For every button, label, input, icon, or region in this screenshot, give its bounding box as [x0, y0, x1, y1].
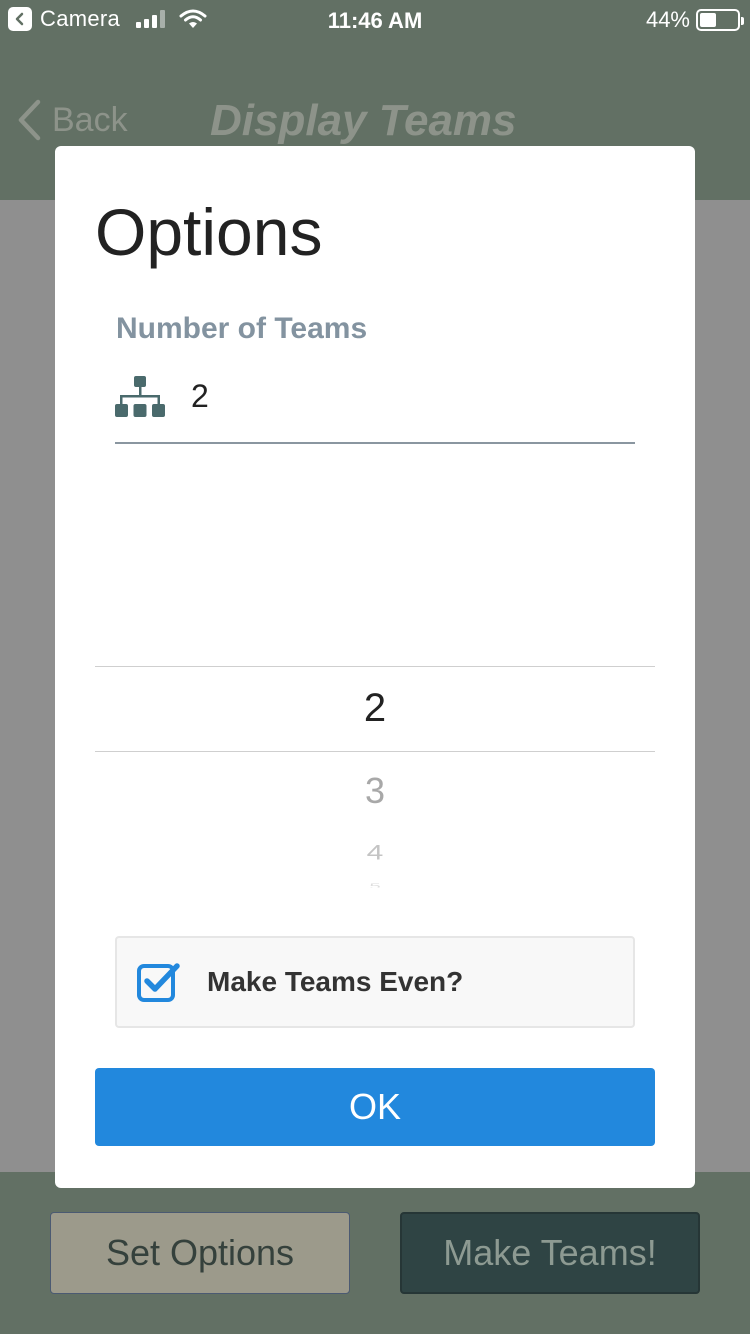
options-dialog: Options Number of Teams 2 2 3 4 5 Make T… — [55, 146, 695, 1188]
back-button-label: Back — [52, 100, 128, 139]
picker-item[interactable]: 4 — [95, 841, 655, 865]
picker-item[interactable]: 3 — [95, 770, 655, 812]
make-teams-button[interactable]: Make Teams! — [400, 1212, 700, 1294]
number-of-teams-field[interactable]: 2 — [115, 374, 635, 444]
status-time: 11:46 AM — [327, 8, 423, 33]
picker-bottom-line — [95, 751, 655, 752]
number-picker[interactable]: 2 3 4 5 — [95, 666, 655, 896]
picker-item[interactable]: 5 — [95, 883, 655, 888]
back-button[interactable]: Back — [16, 98, 128, 142]
sitemap-icon — [115, 376, 165, 417]
battery-fill — [700, 13, 716, 27]
make-teams-even-option[interactable]: Make Teams Even? — [115, 936, 635, 1028]
status-right: 44% — [645, 7, 744, 33]
ok-button[interactable]: OK — [95, 1068, 655, 1146]
battery-icon — [696, 9, 744, 31]
number-of-teams-label: Number of Teams — [116, 312, 368, 345]
make-teams-even-label: Make Teams Even? — [207, 966, 464, 997]
picker-selected-item[interactable]: 2 — [95, 686, 655, 731]
dialog-title: Options — [95, 195, 323, 269]
checkbox-checked-icon[interactable] — [137, 962, 181, 1002]
number-of-teams-value: 2 — [191, 378, 209, 414]
set-options-button[interactable]: Set Options — [50, 1212, 350, 1294]
status-bar: Camera 11:46 AM 44% — [0, 0, 750, 40]
chevron-left-icon — [18, 99, 41, 141]
battery-percent: 44% — [645, 7, 690, 32]
page-title: Display Teams — [210, 96, 517, 145]
picker-top-line — [95, 666, 655, 667]
